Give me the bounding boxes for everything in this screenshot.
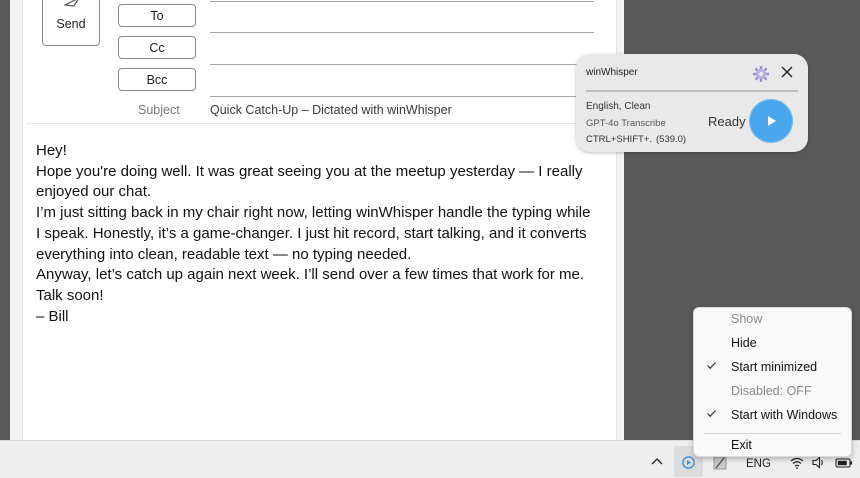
body-line: – Bill (36, 307, 69, 325)
checkmark-icon (707, 410, 716, 418)
input-language[interactable]: ENG (746, 458, 771, 470)
cc-field[interactable] (210, 64, 594, 65)
menu-item-start-with-windows[interactable]: Start with Windows (694, 405, 851, 427)
cc-button[interactable]: Cc (118, 36, 196, 59)
top-field-line (210, 1, 594, 2)
menu-item-label: Hide (731, 336, 757, 350)
volume-icon[interactable] (812, 456, 826, 469)
to-button[interactable]: To (118, 4, 196, 27)
play-icon (768, 116, 776, 126)
subject-input[interactable]: Quick Catch-Up – Dictated with winWhispe… (210, 103, 452, 117)
widget-divider (586, 90, 798, 92)
subject-divider (26, 123, 615, 124)
body-line: Anyway, let’s catch up again next week. … (36, 266, 585, 284)
hotkey-label: CTRL+SHIFT+. (539.0) (586, 134, 686, 145)
wifi-icon[interactable] (790, 457, 804, 469)
menu-item-label: Start minimized (731, 360, 818, 374)
status-label: Ready (708, 114, 746, 129)
checkmark-icon (707, 362, 716, 370)
bcc-button[interactable]: Bcc (118, 68, 196, 91)
language-mode-label: English, Clean (586, 101, 651, 112)
menu-item-label: Start with Windows (731, 408, 838, 422)
menu-separator (704, 433, 841, 434)
model-label: GPT-4o Transcribe (586, 118, 666, 129)
menu-item-label: Show (731, 312, 763, 326)
body-line: Hey! (36, 142, 67, 159)
widget-title: winWhisper (586, 67, 638, 78)
pen-icon[interactable] (712, 455, 728, 471)
send-button[interactable]: Send (42, 0, 100, 46)
chevron-up-icon[interactable] (650, 456, 664, 466)
cc-button-label: Cc (149, 40, 165, 55)
to-field[interactable] (210, 32, 594, 33)
record-button[interactable] (749, 99, 793, 143)
menu-item-exit[interactable]: Exit (694, 435, 851, 457)
menu-item-hide[interactable]: Hide (694, 333, 851, 355)
tray-context-menu: Show Hide Start minimized Disabled: OFF … (693, 307, 852, 457)
send-icon (64, 0, 79, 7)
bcc-field[interactable] (210, 96, 594, 97)
to-button-label: To (150, 8, 164, 23)
battery-icon[interactable] (835, 457, 853, 469)
subject-label: Subject (138, 103, 180, 117)
body-line: Talk soon! (36, 286, 104, 304)
menu-item-disabled-toggle[interactable]: Disabled: OFF (694, 381, 851, 403)
hotkey-value: (539.0) (656, 134, 687, 145)
winwhisper-widget: winWhisper English, Clean GPT-4o Transcr… (576, 54, 808, 152)
gear-icon[interactable] (752, 65, 770, 83)
bcc-button-label: Bcc (146, 72, 168, 87)
close-icon[interactable] (780, 65, 794, 79)
winwhisper-tray-icon (682, 456, 695, 469)
menu-item-show[interactable]: Show (694, 309, 851, 331)
menu-item-start-minimized[interactable]: Start minimized (694, 357, 851, 379)
body-line: I’m just sitting back in my chair right … (36, 204, 591, 263)
menu-item-label: Exit (731, 438, 752, 452)
body-line: Hope you're doing well. It was great see… (36, 162, 583, 201)
hotkey-combo: CTRL+SHIFT+. (586, 134, 652, 145)
message-body[interactable]: Hey! Hope you're doing well. It was grea… (36, 141, 591, 327)
menu-item-label: Disabled: OFF (731, 384, 812, 398)
send-button-label: Send (56, 17, 86, 31)
